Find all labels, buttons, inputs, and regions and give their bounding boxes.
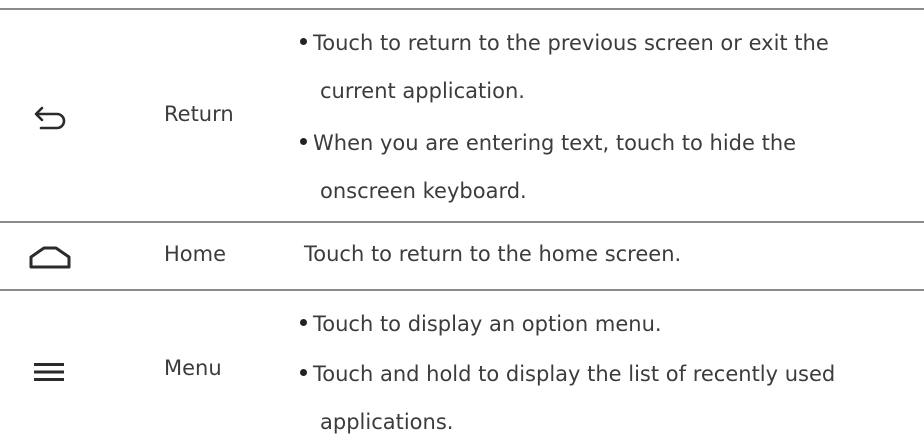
bullet-dot xyxy=(300,37,307,45)
bullet-item: Touch to return to the previous screen o… xyxy=(300,28,829,58)
bullet-dot xyxy=(300,368,307,376)
bullet-item: Touch and hold to display the list of re… xyxy=(300,359,835,389)
bullet-text: When you are entering text, touch to hid… xyxy=(313,131,797,155)
bullet-text: Touch and hold to display the list of re… xyxy=(313,362,836,386)
bullet-text: Touch to display an option menu. xyxy=(313,312,662,336)
key-description-home: Touch to return to the home screen. xyxy=(300,223,920,289)
bullet-dot xyxy=(300,318,307,326)
bullet-continuation: current application. xyxy=(320,79,525,103)
bullet-dot xyxy=(300,137,307,145)
navigation-keys-table: Return Touch to return to the previous s… xyxy=(0,0,924,446)
bullet-item: When you are entering text, touch to hid… xyxy=(300,128,796,158)
table-row-home: Home Touch to return to the home screen. xyxy=(0,223,924,289)
bullet-continuation: onscreen keyboard. xyxy=(320,179,527,203)
key-label-menu: Menu xyxy=(164,356,222,380)
key-label-return: Return xyxy=(164,102,234,126)
key-label-home: Home xyxy=(164,242,227,266)
table-row-return: Return Touch to return to the previous s… xyxy=(0,10,924,221)
bullet-item: Touch to display an option menu. xyxy=(300,309,662,339)
back-arrow-icon xyxy=(28,103,72,133)
description-text: Touch to return to the home screen. xyxy=(304,242,682,266)
home-icon xyxy=(28,241,72,271)
bullet-continuation: applications. xyxy=(320,410,454,434)
table-row-menu: Menu Touch to display an option menu. To… xyxy=(0,291,924,446)
menu-icon xyxy=(28,357,72,387)
key-description-return: Touch to return to the previous screen o… xyxy=(300,10,920,221)
key-description-menu: Touch to display an option menu. Touch a… xyxy=(300,291,924,446)
bullet-text: Touch to return to the previous screen o… xyxy=(313,31,829,55)
